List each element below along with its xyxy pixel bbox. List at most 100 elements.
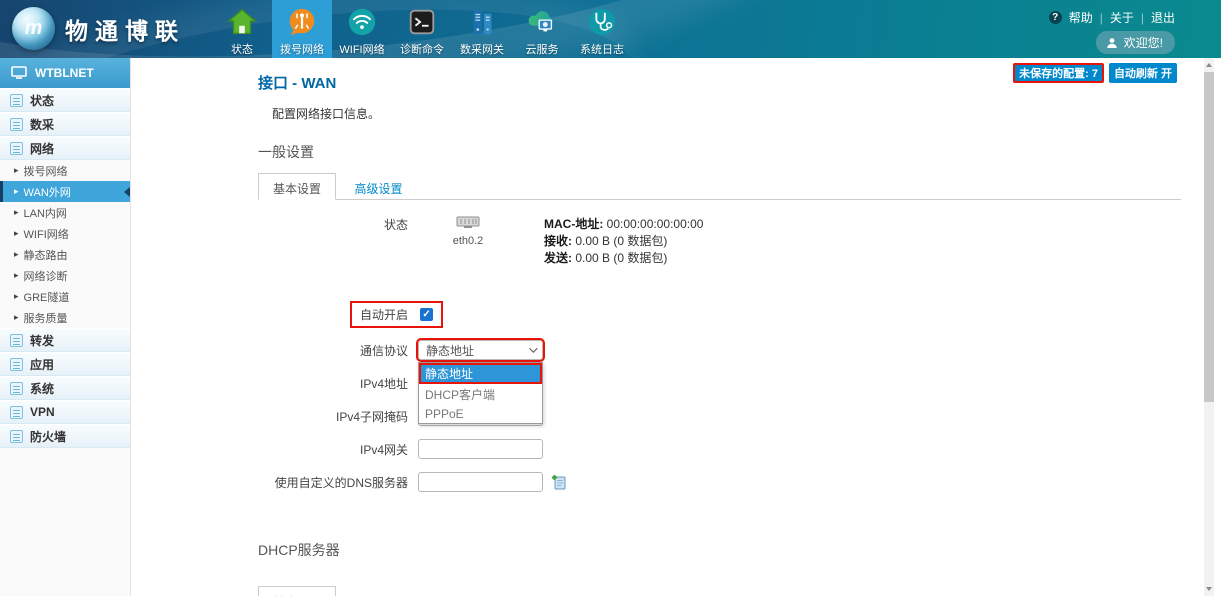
sidebar-item-system[interactable]: 系统	[0, 376, 130, 400]
welcome-label: 欢迎您!	[1124, 34, 1163, 51]
list-icon	[10, 430, 23, 443]
list-icon	[10, 382, 23, 395]
auto-start-row: 自动开启	[352, 303, 1181, 326]
auto-start-label: 自动开启	[360, 306, 408, 323]
general-tabbar: 基本设置 高级设置	[258, 173, 1181, 200]
dhcp-tab-basic-settings[interactable]: 基本设置	[258, 586, 336, 596]
auto-refresh-badge[interactable]: 自动刷新 开	[1109, 63, 1177, 83]
sidebar-sub-qos[interactable]: 服务质量	[0, 307, 130, 328]
unsaved-changes-badge[interactable]: 未保存的配置: 7	[1013, 63, 1104, 83]
sidebar-item-forward[interactable]: 转发	[0, 328, 130, 352]
sidebar-sub-diagnostics[interactable]: 网络诊断	[0, 265, 130, 286]
mac-label: MAC-地址:	[544, 217, 603, 231]
home-icon	[225, 5, 259, 39]
help-link[interactable]: 帮助	[1069, 9, 1093, 26]
dns-label: 使用自定义的DNS服务器	[258, 474, 408, 491]
tx-line: 发送: 0.00 B (0 数据包)	[544, 250, 703, 267]
gateway-icon	[465, 5, 499, 39]
sidebar-item-network[interactable]: 网络	[0, 136, 130, 160]
dns-input[interactable]	[418, 472, 543, 492]
sidebar: WTBLNET 状态 数采 网络 拨号网络 WAN外网 LAN内网 WIFI网络…	[0, 58, 131, 596]
welcome-button[interactable]: 欢迎您!	[1096, 31, 1175, 54]
nav-item-wifi-network[interactable]: WIFI网络	[332, 0, 392, 58]
add-entry-button[interactable]	[551, 474, 567, 490]
netmask-row: IPv4子网掩码	[258, 406, 1181, 426]
nav-item-system-log[interactable]: 系统日志	[572, 0, 632, 58]
scrollbar[interactable]	[1204, 58, 1214, 596]
list-icon	[10, 358, 23, 371]
general-settings-heading: 一般设置	[258, 142, 1181, 162]
tab-basic-settings[interactable]: 基本设置	[258, 173, 336, 200]
sidebar-item-firewall[interactable]: 防火墙	[0, 424, 130, 448]
scrollbar-down-arrow[interactable]	[1206, 587, 1212, 591]
ipv4-address-label: IPv4地址	[258, 375, 408, 392]
nav-item-diagnostic-command[interactable]: 诊断命令	[392, 0, 452, 58]
scrollbar-thumb[interactable]	[1204, 72, 1214, 402]
sidebar-sub-dial-network[interactable]: 拨号网络	[0, 160, 130, 181]
nav-item-dial-network[interactable]: 拨号网络	[272, 0, 332, 58]
list-icon	[10, 118, 23, 131]
terminal-icon	[405, 5, 439, 39]
person-icon	[1106, 37, 1118, 49]
protocol-selected-value: 静态地址	[426, 342, 474, 359]
sidebar-sub-wifi[interactable]: WIFI网络	[0, 223, 130, 244]
dial-network-icon	[285, 5, 319, 39]
list-icon	[10, 142, 23, 155]
mac-value: 00:00:00:00:00:00	[607, 217, 704, 231]
syslog-icon	[585, 5, 619, 39]
tx-value: 0.00 B (0 数据包)	[575, 251, 667, 265]
gateway-input[interactable]	[418, 439, 543, 459]
sidebar-sub-gre-tunnel[interactable]: GRE隧道	[0, 286, 130, 307]
status-row: 状态 eth0.2 MAC-地址: 00:00:00:00:00:00 接收: …	[258, 216, 1181, 267]
monitor-icon	[11, 66, 27, 80]
nav-item-status[interactable]: 状态	[212, 0, 272, 58]
rx-line: 接收: 0.00 B (0 数据包)	[544, 233, 703, 250]
dns-row: 使用自定义的DNS服务器	[258, 472, 1181, 492]
mac-line: MAC-地址: 00:00:00:00:00:00	[544, 216, 703, 233]
list-icon	[10, 334, 23, 347]
link-separator: |	[1141, 11, 1144, 25]
protocol-dropdown: 静态地址 DHCP客户端 PPPoE	[418, 362, 543, 424]
sidebar-item-data-collect[interactable]: 数采	[0, 112, 130, 136]
status-label: 状态	[258, 216, 408, 233]
protocol-row: 通信协议 静态地址 静态地址 DHCP客户端 PPPoE	[258, 340, 1181, 360]
rx-label: 接收:	[544, 234, 572, 248]
dropdown-option-pppoe[interactable]: PPPoE	[419, 405, 542, 423]
sidebar-sub-wan[interactable]: WAN外网	[0, 181, 130, 202]
about-link[interactable]: 关于	[1110, 9, 1134, 26]
sidebar-item-status[interactable]: 状态	[0, 88, 130, 112]
status-info: MAC-地址: 00:00:00:00:00:00 接收: 0.00 B (0 …	[544, 216, 703, 267]
dhcp-server-heading: DHCP服务器	[258, 540, 1181, 560]
tab-advanced-settings[interactable]: 高级设置	[340, 174, 416, 201]
dropdown-option-dhcp[interactable]: DHCP客户端	[419, 384, 542, 405]
nav-item-cloud-service[interactable]: 云服务	[512, 0, 572, 58]
chevron-down-icon	[529, 344, 537, 352]
logout-link[interactable]: 退出	[1151, 9, 1175, 26]
gateway-row: IPv4网关	[258, 439, 1181, 459]
netmask-label: IPv4子网掩码	[258, 408, 408, 425]
gateway-label: IPv4网关	[258, 441, 408, 458]
auto-start-checkbox[interactable]	[420, 308, 433, 321]
sidebar-item-vpn[interactable]: VPN	[0, 400, 130, 424]
protocol-select[interactable]: 静态地址	[418, 340, 543, 360]
ipv4-address-row: IPv4地址	[258, 373, 1181, 393]
page-subtitle: 配置网络接口信息。	[272, 105, 1181, 122]
ethernet-icon	[456, 216, 480, 229]
brand-name: 物通博联	[65, 12, 185, 46]
sidebar-title: WTBLNET	[35, 66, 94, 80]
brand-logo: m 物通博联	[12, 7, 185, 50]
tx-label: 发送:	[544, 251, 572, 265]
scrollbar-up-arrow[interactable]	[1206, 63, 1212, 67]
protocol-select-wrap: 静态地址 静态地址 DHCP客户端 PPPoE	[418, 340, 543, 360]
help-icon	[1049, 11, 1062, 24]
cloud-icon	[525, 5, 559, 39]
app-header: m 物通博联 状态	[0, 0, 1221, 58]
interface-cell: eth0.2	[418, 216, 518, 247]
sidebar-item-apps[interactable]: 应用	[0, 352, 130, 376]
sidebar-sub-static-route[interactable]: 静态路由	[0, 244, 130, 265]
nav-item-data-gateway[interactable]: 数采网关	[452, 0, 512, 58]
add-icon	[551, 474, 567, 490]
sidebar-sub-lan[interactable]: LAN内网	[0, 202, 130, 223]
list-icon	[10, 94, 23, 107]
dropdown-option-static[interactable]: 静态地址	[419, 363, 542, 384]
